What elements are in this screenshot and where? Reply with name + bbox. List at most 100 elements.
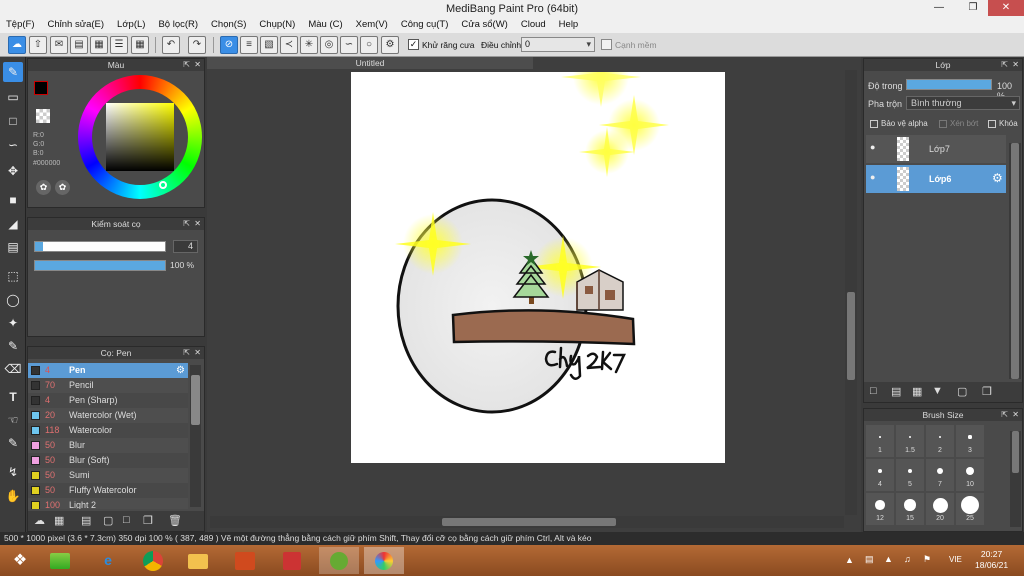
close-icon[interactable]: ✕: [1012, 59, 1019, 71]
brush-size-cell[interactable]: 10: [956, 459, 984, 491]
saturation-value-square[interactable]: [106, 103, 174, 171]
settings-gear-icon[interactable]: ⚙: [381, 36, 399, 54]
brush-size-scrollbar[interactable]: [1010, 431, 1021, 527]
menu-snap[interactable]: Chụp(N): [253, 18, 302, 33]
duplicate-icon[interactable]: ❐: [982, 385, 992, 398]
brush-settings-icon[interactable]: ▤: [81, 514, 91, 527]
close-icon[interactable]: ✕: [194, 347, 201, 359]
brush-item[interactable]: 100 Light 2: [28, 498, 188, 509]
gradient-tool-icon[interactable]: ▤: [3, 237, 23, 257]
menu-filter[interactable]: Bộ lọc(R): [152, 18, 205, 33]
menu-select[interactable]: Chọn(S): [205, 18, 253, 33]
canvas-horizontal-scrollbar[interactable]: [210, 516, 844, 528]
close-icon[interactable]: ✕: [1012, 409, 1019, 421]
folder-icon[interactable]: ▢: [957, 385, 967, 398]
brush-size-cell[interactable]: 1.5: [896, 425, 924, 457]
brush-opacity-slider[interactable]: [34, 260, 166, 271]
brush-size-value[interactable]: 4: [173, 240, 198, 253]
text-tool-icon[interactable]: T: [3, 387, 23, 407]
layer-menu-icon[interactable]: ▼: [932, 385, 943, 397]
file-explorer-icon[interactable]: [178, 547, 218, 574]
duplicate-icon[interactable]: ❐: [143, 514, 153, 527]
chrome-icon[interactable]: [133, 547, 173, 574]
select-rect-tool-icon[interactable]: ⬚: [3, 266, 23, 286]
new-folder-icon[interactable]: ▢: [103, 514, 113, 527]
foreground-swatch[interactable]: [34, 81, 48, 95]
document-tab[interactable]: Untitled: [207, 57, 533, 69]
brush-item[interactable]: 50 Blur (Soft): [28, 453, 188, 468]
cloud-icon[interactable]: ☁: [8, 36, 26, 54]
bucket-tool-icon[interactable]: ◢: [3, 214, 23, 234]
brush-size-cell[interactable]: 3: [956, 425, 984, 457]
snap-parallel-icon[interactable]: ≡: [240, 36, 258, 54]
blend-mode-select[interactable]: Bình thường ▾: [906, 96, 1020, 110]
brush-item[interactable]: 50 Fluffy Watercolor: [28, 483, 188, 498]
medibang-paint-icon[interactable]: [319, 547, 359, 574]
network-icon[interactable]: ▤: [865, 554, 874, 565]
shape-tool-icon[interactable]: □: [3, 111, 23, 131]
blur-tool-icon[interactable]: ∽: [3, 135, 23, 155]
gear-icon[interactable]: ⚙: [176, 363, 185, 378]
magic-wand-tool-icon[interactable]: ✦: [3, 313, 23, 333]
internet-explorer-icon[interactable]: e: [88, 547, 128, 574]
layer-row-selected[interactable]: ● Lớp6 ⚙: [866, 165, 1006, 193]
eyedropper-tool-icon[interactable]: ✎: [3, 433, 23, 453]
undock-icon[interactable]: ⇱: [183, 347, 190, 359]
correction-select[interactable]: 0 ▾: [521, 37, 595, 52]
menu-color[interactable]: Màu (C): [302, 18, 349, 33]
hand-tool-icon[interactable]: ✋: [3, 486, 23, 506]
brush-item-selected[interactable]: 4 Pen ⚙: [28, 363, 188, 378]
brush-size-cell[interactable]: 12: [866, 493, 894, 525]
grid-icon[interactable]: ▦: [131, 36, 149, 54]
material-icon[interactable]: ▤: [70, 36, 88, 54]
clock[interactable]: 20:27 18/06/21: [975, 549, 1008, 571]
show-hidden-icons-icon[interactable]: ▲: [845, 555, 854, 565]
canvas-vertical-scrollbar[interactable]: [845, 70, 857, 515]
snap-off-icon[interactable]: ⊘: [220, 36, 238, 54]
layer-row[interactable]: ● Lớp7: [866, 135, 1006, 163]
bluestacks-icon[interactable]: [40, 547, 80, 574]
brush-item[interactable]: 70 Pencil: [28, 378, 188, 393]
eraser-tool-icon[interactable]: ▭: [3, 87, 23, 107]
close-icon[interactable]: ✕: [194, 218, 201, 230]
brush-size-slider[interactable]: [34, 241, 166, 252]
select-eraser-tool-icon[interactable]: ⌫: [3, 359, 23, 379]
brush-size-cell[interactable]: 7: [926, 459, 954, 491]
dropper-tool-icon[interactable]: ↯: [3, 462, 23, 482]
redo-icon[interactable]: ↷: [188, 36, 206, 54]
undock-icon[interactable]: ⇱: [183, 59, 190, 71]
brush-size-cell[interactable]: 4: [866, 459, 894, 491]
close-window-button[interactable]: ✕: [988, 0, 1024, 16]
snap-cross-icon[interactable]: ▧: [260, 36, 278, 54]
cloud-download-icon[interactable]: ☁: [34, 514, 45, 527]
delete-icon[interactable]: 🗑: [168, 514, 182, 527]
undo-icon[interactable]: ↶: [162, 36, 180, 54]
palette-icon[interactable]: ✿: [36, 180, 51, 195]
menu-help[interactable]: Help: [553, 18, 586, 33]
folder-icon[interactable]: □: [123, 514, 130, 526]
antialias-checkbox[interactable]: ✓: [408, 39, 419, 50]
snap-circle-icon[interactable]: ◎: [320, 36, 338, 54]
snap-ellipse-icon[interactable]: ○: [360, 36, 378, 54]
snap-curve-icon[interactable]: ∽: [340, 36, 358, 54]
volume-icon[interactable]: ♫: [904, 554, 911, 564]
eye-icon[interactable]: ●: [870, 142, 875, 152]
add-brush-icon[interactable]: ▦: [54, 514, 64, 527]
wifi-icon[interactable]: ▲: [884, 554, 893, 564]
close-icon[interactable]: ✕: [194, 59, 201, 71]
list-icon[interactable]: ☰: [110, 36, 128, 54]
brush-item[interactable]: 20 Watercolor (Wet): [28, 408, 188, 423]
menu-edit[interactable]: Chỉnh sửa(E): [42, 18, 112, 33]
upload-icon[interactable]: ⇧: [29, 36, 47, 54]
undock-icon[interactable]: ⇱: [1001, 59, 1008, 71]
brush-list-scrollbar[interactable]: [190, 365, 201, 507]
windows-start-icon[interactable]: ❖: [0, 547, 40, 574]
brush-item[interactable]: 50 Sumi: [28, 468, 188, 483]
menu-window[interactable]: Cửa sổ(W): [455, 18, 514, 33]
protect-alpha-checkbox[interactable]: [870, 120, 878, 128]
menu-cloud[interactable]: Cloud: [515, 18, 553, 33]
undock-icon[interactable]: ⇱: [183, 218, 190, 230]
comment-icon[interactable]: ✉: [50, 36, 68, 54]
palette-add-icon[interactable]: ✿: [55, 180, 70, 195]
new-halftone-layer-icon[interactable]: ▤: [891, 385, 901, 398]
